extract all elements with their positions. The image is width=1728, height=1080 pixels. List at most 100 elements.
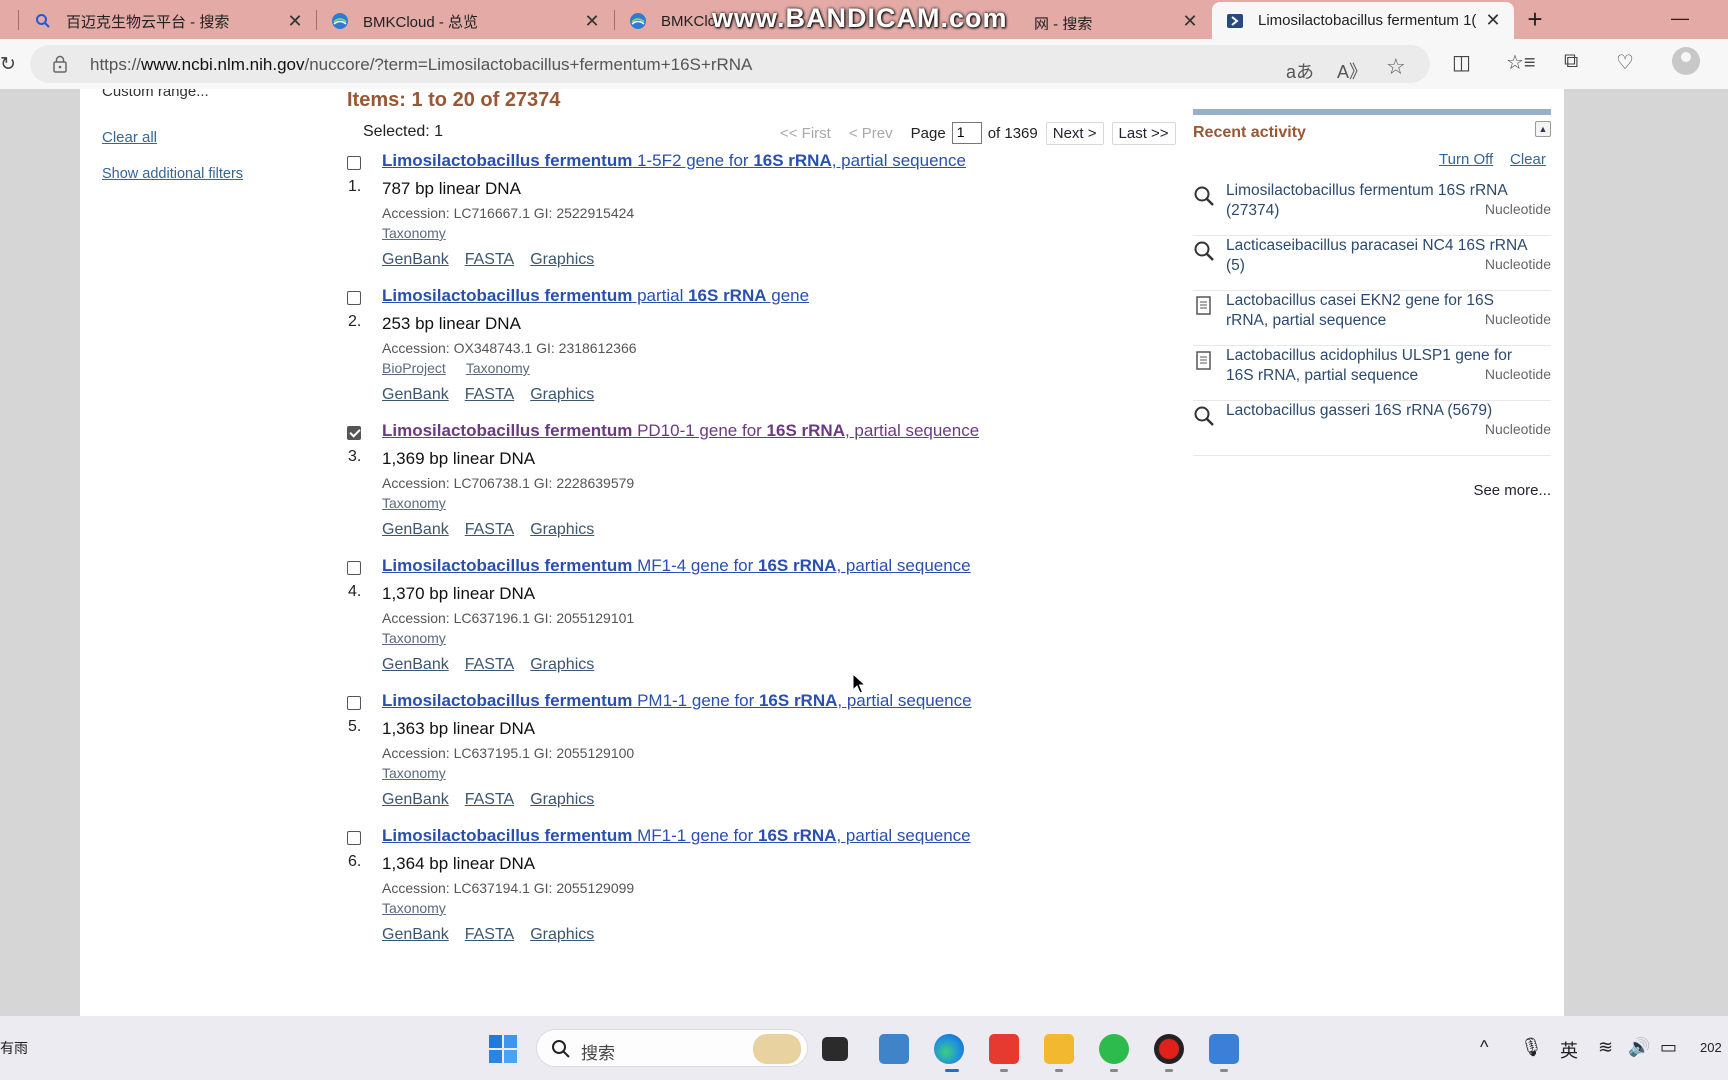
ime-indicator[interactable]: 英 (1560, 1037, 1578, 1063)
taskbar-clock[interactable]: 202 (1700, 1040, 1722, 1055)
result-checkbox[interactable] (347, 291, 361, 305)
bandicam-record-icon[interactable] (1154, 1034, 1184, 1064)
search-icon (552, 1040, 570, 1058)
related-link[interactable]: Taxonomy (466, 360, 530, 376)
result-format-links: GenBank FASTA Graphics (382, 791, 610, 809)
result-checkbox[interactable] (347, 696, 361, 710)
close-tab-icon[interactable]: ✕ (1181, 11, 1199, 32)
recent-activity-item[interactable]: Lactobacillus casei EKN2 gene for 16S rR… (1193, 291, 1551, 346)
tab-search[interactable]: 百迈克生物云平台 - 搜索 ✕ (20, 3, 316, 39)
prev-page-link[interactable]: < Prev (849, 125, 893, 142)
task-view-icon[interactable] (822, 1037, 848, 1061)
format-link[interactable]: FASTA (465, 656, 515, 673)
first-page-link[interactable]: << First (780, 125, 831, 142)
format-link[interactable]: FASTA (465, 386, 515, 403)
new-tab-button[interactable]: + (1520, 4, 1550, 34)
start-windows-icon[interactable] (488, 1034, 518, 1064)
address-bar: ↻ https://www.ncbi.nlm.nih.gov/nuccore/?… (0, 39, 1728, 89)
page-number-input[interactable]: 1 (951, 122, 982, 144)
weather-widget[interactable]: 有雨 (0, 1038, 28, 1058)
format-link[interactable]: Graphics (530, 926, 594, 943)
taskbar-search-box[interactable]: 搜索 (536, 1029, 808, 1067)
notepad-icon[interactable] (1209, 1034, 1239, 1064)
format-link[interactable]: FASTA (465, 521, 515, 538)
show-additional-filters-link[interactable]: Show additional filters (102, 166, 243, 182)
result-checkbox[interactable] (347, 156, 361, 170)
format-link[interactable]: GenBank (382, 791, 449, 808)
related-link[interactable]: Taxonomy (382, 900, 446, 916)
battery-icon[interactable]: ▭ (1660, 1037, 1677, 1058)
format-link[interactable]: Graphics (530, 656, 594, 673)
recent-activity-item[interactable]: Limosilactobacillus fermentum 16S rRNA (… (1193, 181, 1551, 236)
result-title-link[interactable]: Limosilactobacillus fermentum PD10-1 gen… (382, 421, 979, 441)
split-screen-icon[interactable]: ◫ (1452, 50, 1471, 75)
show-hidden-icons-chevron-icon[interactable]: ^ (1480, 1037, 1488, 1058)
clear-link[interactable]: Clear (1510, 151, 1546, 168)
widgets-app-icon[interactable] (879, 1034, 909, 1064)
last-page-button[interactable]: Last >> (1111, 121, 1176, 145)
recent-activity-topbar (1193, 109, 1551, 115)
wps-office-icon[interactable] (989, 1034, 1019, 1064)
format-link[interactable]: Graphics (530, 521, 594, 538)
result-title-link[interactable]: Limosilactobacillus fermentum partial 16… (382, 286, 809, 306)
reload-icon[interactable]: ↻ (0, 53, 16, 76)
performance-icon[interactable]: ♡ (1616, 50, 1634, 75)
recent-activity-item[interactable]: Lactobacillus acidophilus ULSP1 gene for… (1193, 346, 1551, 401)
close-tab-icon[interactable]: ✕ (286, 11, 304, 32)
format-link[interactable]: GenBank (382, 926, 449, 943)
format-link[interactable]: Graphics (530, 251, 594, 268)
recent-activity-item[interactable]: Lactobacillus gasseri 16S rRNA (5679) Nuc… (1193, 401, 1551, 456)
result-checkbox[interactable] (347, 561, 361, 575)
see-more-link[interactable]: See more... (1473, 482, 1551, 499)
result-title-link[interactable]: Limosilactobacillus fermentum 1-5F2 gene… (382, 151, 966, 171)
next-page-button[interactable]: Next > (1045, 121, 1104, 145)
tab-bmkcloud[interactable]: BMKCloud - 总览 ✕ (317, 3, 613, 39)
clear-all-link[interactable]: Clear all (102, 129, 157, 146)
favorites-icon[interactable]: ☆≡ (1506, 50, 1536, 75)
format-link[interactable]: FASTA (465, 791, 515, 808)
collections-icon[interactable]: ⧉ (1564, 50, 1578, 73)
tab-ncbi-active[interactable]: Limosilactobacillus fermentum 1( ✕ (1212, 2, 1514, 39)
recent-activity-label[interactable]: Lactobacillus gasseri 16S rRNA (5679) (1226, 401, 1536, 421)
format-link[interactable]: Graphics (530, 386, 594, 403)
profile-avatar[interactable] (1672, 47, 1700, 75)
volume-icon[interactable]: 🔊 (1628, 1037, 1650, 1058)
result-checkbox[interactable] (347, 831, 361, 845)
recent-activity-item[interactable]: Lacticaseibacillus paracasei NC4 16S rRN… (1193, 236, 1551, 291)
related-link[interactable]: Taxonomy (382, 765, 446, 781)
search-favicon-icon (34, 12, 52, 30)
related-link[interactable]: Taxonomy (382, 225, 446, 241)
url-input[interactable]: https://www.ncbi.nlm.nih.gov/nuccore/?te… (30, 45, 1430, 83)
page-viewport: Custom range... Clear all Show additiona… (0, 89, 1728, 1016)
custom-range-link[interactable]: Custom range... (102, 89, 209, 100)
favorite-star-icon[interactable]: ☆ (1386, 54, 1406, 80)
result-checkbox[interactable] (347, 426, 361, 440)
collapse-panel-icon[interactable]: ▲ (1535, 121, 1551, 137)
result-title-link[interactable]: Limosilactobacillus fermentum MF1-1 gene… (382, 826, 971, 846)
format-link[interactable]: GenBank (382, 386, 449, 403)
format-link[interactable]: GenBank (382, 656, 449, 673)
lock-icon[interactable] (52, 55, 68, 73)
format-link[interactable]: FASTA (465, 926, 515, 943)
close-tab-icon[interactable]: ✕ (1484, 10, 1502, 31)
wifi-icon[interactable]: ≋ (1598, 1037, 1613, 1058)
related-link[interactable]: Taxonomy (382, 495, 446, 511)
close-tab-icon[interactable]: ✕ (583, 11, 601, 32)
translate-icon[interactable]: aあ (1286, 58, 1314, 84)
read-aloud-icon[interactable]: A》 (1337, 58, 1367, 84)
minimize-window-icon[interactable]: — (1668, 8, 1692, 28)
format-link[interactable]: Graphics (530, 791, 594, 808)
format-link[interactable]: GenBank (382, 521, 449, 538)
result-title-link[interactable]: Limosilactobacillus fermentum PM1-1 gene… (382, 691, 972, 711)
format-link[interactable]: GenBank (382, 251, 449, 268)
result-title-link[interactable]: Limosilactobacillus fermentum MF1-4 gene… (382, 556, 971, 576)
related-link[interactable]: BioProject (382, 360, 446, 376)
turn-off-link[interactable]: Turn Off (1439, 151, 1493, 168)
edge-browser-icon[interactable] (934, 1034, 964, 1064)
wechat-icon[interactable] (1099, 1034, 1129, 1064)
related-link[interactable]: Taxonomy (382, 630, 446, 646)
result-format-links: GenBank FASTA Graphics (382, 251, 610, 269)
format-link[interactable]: FASTA (465, 251, 515, 268)
microphone-icon[interactable]: 🎙 (1520, 1037, 1543, 1058)
file-explorer-icon[interactable] (1044, 1034, 1074, 1064)
